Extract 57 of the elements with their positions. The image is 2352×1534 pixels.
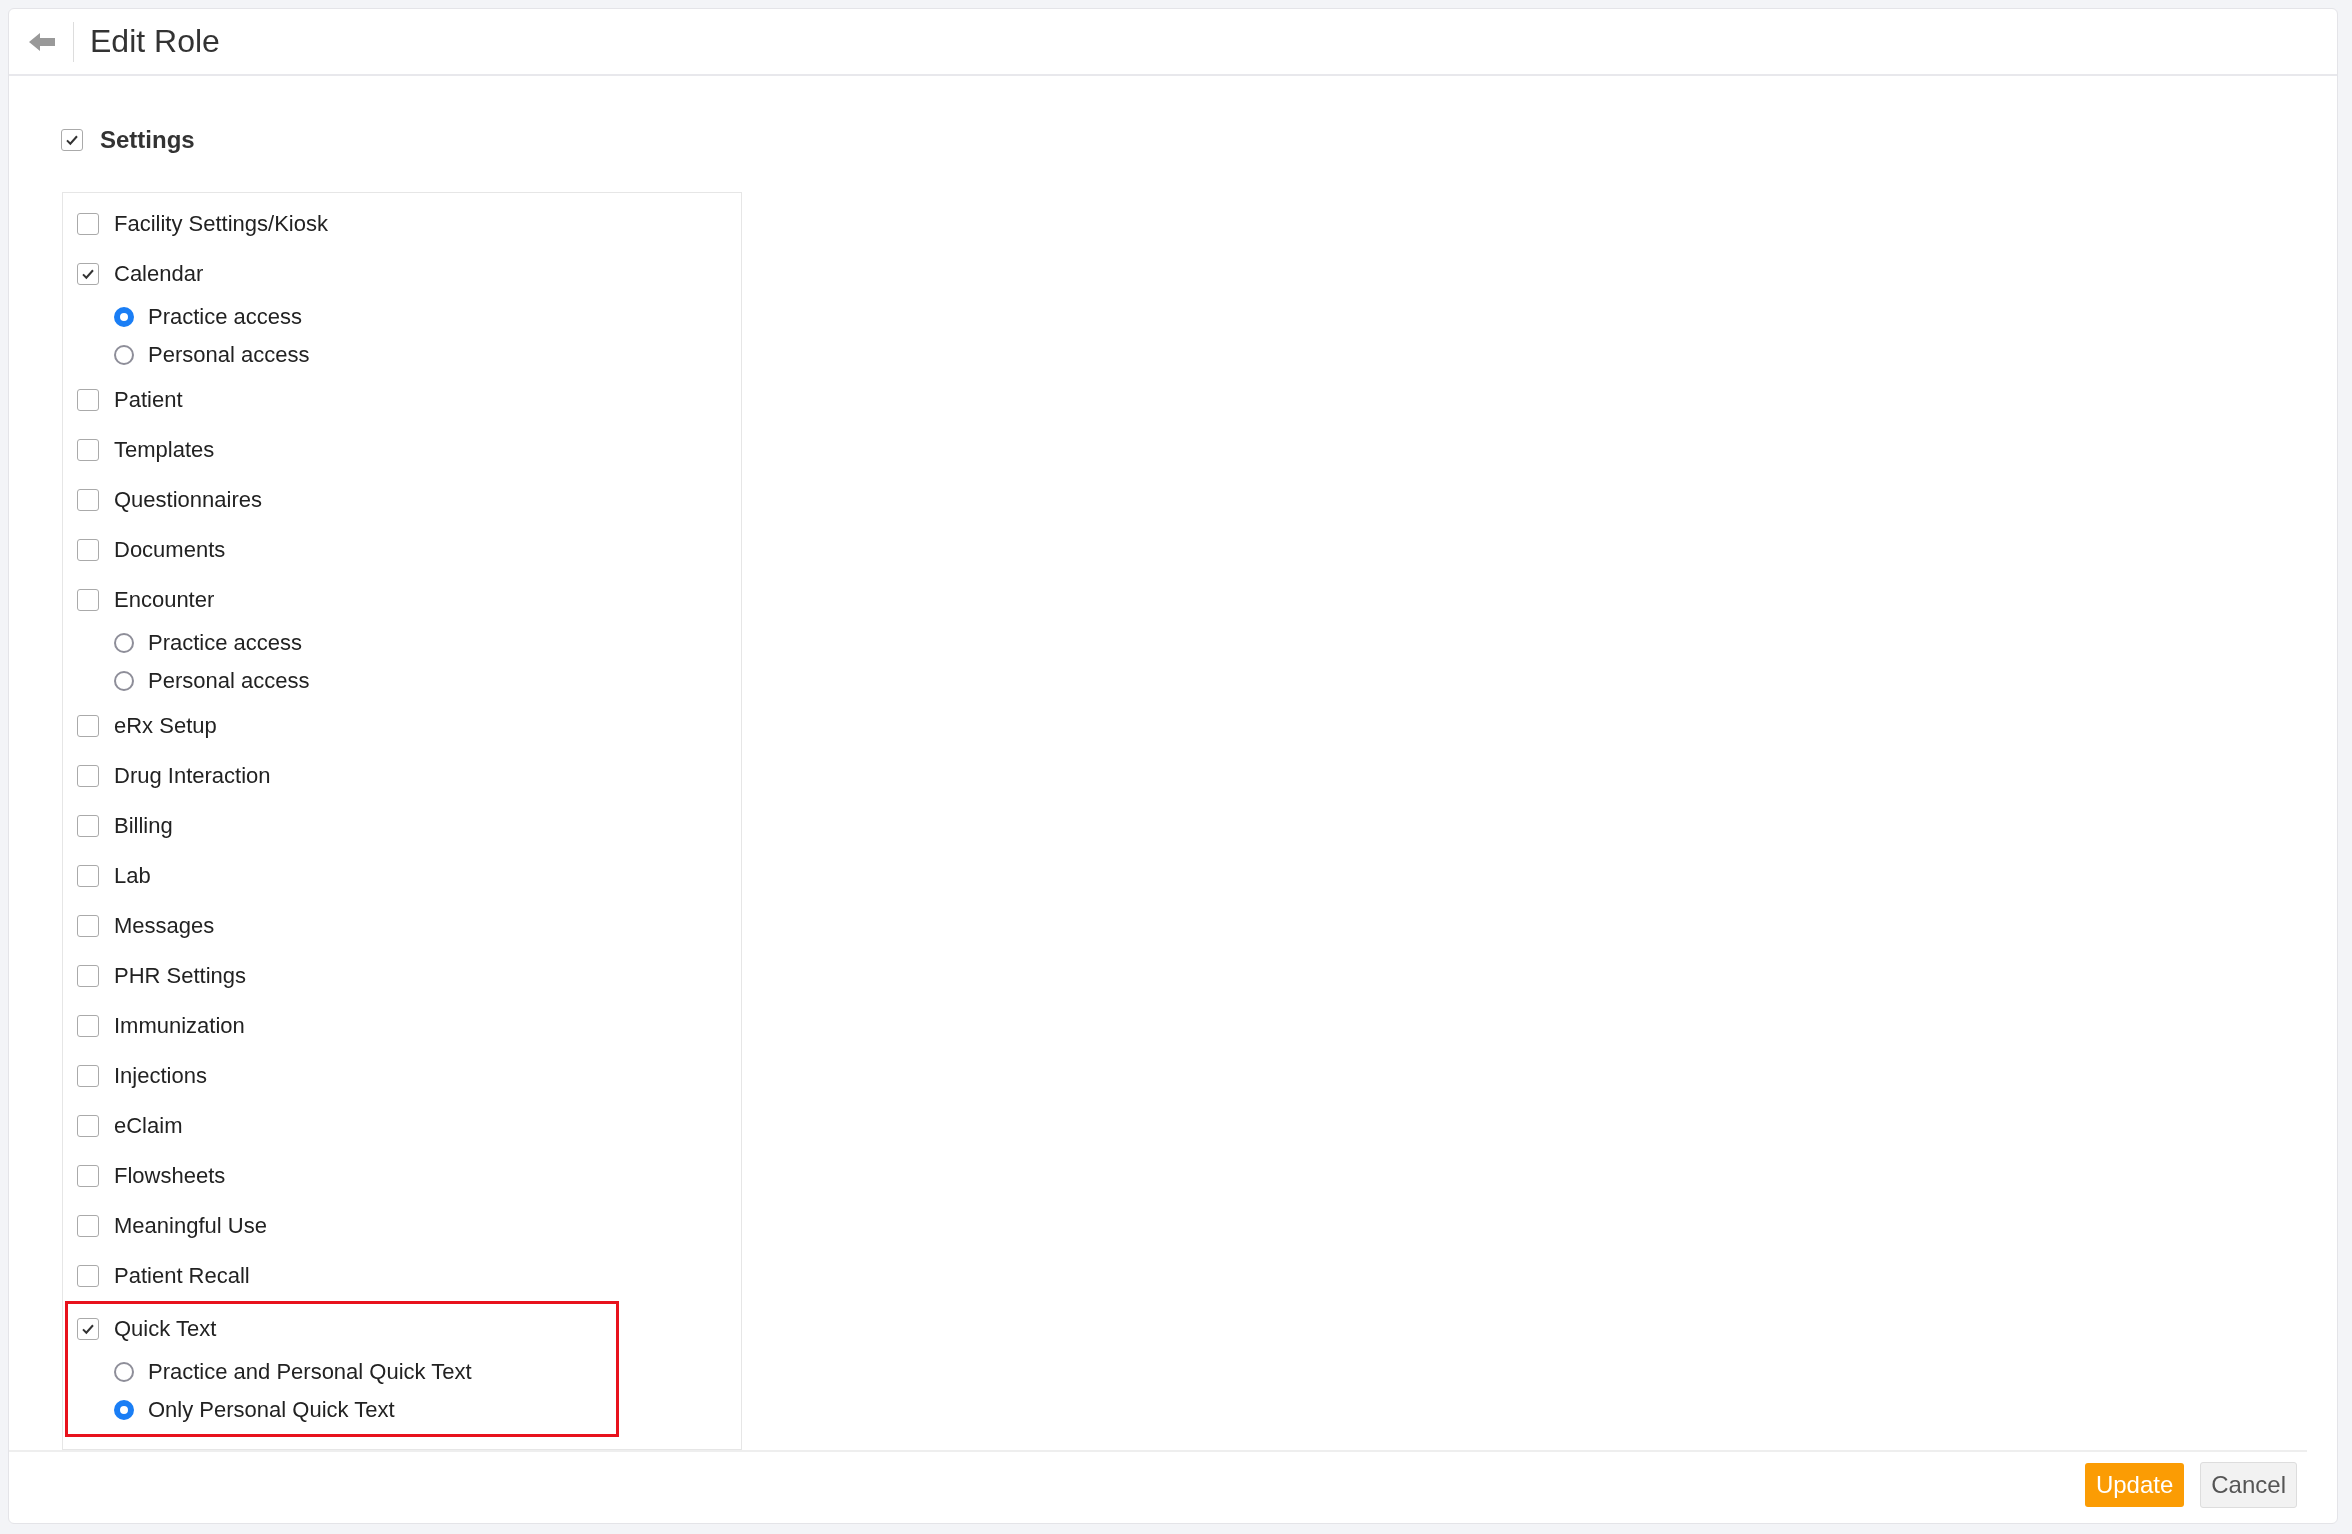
option-label: Only Personal Quick Text: [148, 1396, 395, 1423]
permission-label: Documents: [114, 537, 226, 563]
checkbox[interactable]: [77, 1165, 99, 1187]
permission-label: Meaningful Use: [114, 1213, 267, 1239]
checkbox[interactable]: [77, 213, 99, 235]
checkbox[interactable]: [77, 865, 99, 887]
checkbox[interactable]: [77, 439, 99, 461]
option-label: Practice access: [148, 303, 303, 330]
permission-label: Calendar: [114, 261, 204, 287]
checkbox[interactable]: [77, 765, 99, 787]
checkbox[interactable]: [77, 263, 99, 285]
option-label: Practice access: [148, 629, 303, 656]
radio-button[interactable]: [114, 344, 134, 365]
permission-label: Encounter: [114, 587, 215, 613]
checkbox[interactable]: [77, 965, 99, 987]
permission-label: Lab: [114, 863, 151, 889]
permission-label: Patient: [114, 387, 183, 413]
permission-label: Patient Recall: [114, 1263, 250, 1289]
checkbox[interactable]: [77, 715, 99, 737]
radio-button[interactable]: [114, 670, 134, 691]
permission-label: Drug Interaction: [114, 763, 271, 789]
checkbox[interactable]: [77, 489, 99, 511]
permission-label: Quick Text: [114, 1316, 217, 1342]
back-arrow-icon[interactable]: [29, 31, 55, 52]
checkbox[interactable]: [77, 1215, 99, 1237]
checkbox[interactable]: [77, 815, 99, 837]
radio-button[interactable]: [114, 1361, 134, 1382]
option-label: Personal access: [148, 667, 310, 694]
checkbox[interactable]: [77, 1065, 99, 1087]
checkbox[interactable]: [77, 915, 99, 937]
checkbox[interactable]: [77, 1318, 99, 1340]
checkbox[interactable]: [77, 1265, 99, 1287]
radio-button[interactable]: [114, 306, 134, 327]
permission-label: eClaim: [114, 1113, 183, 1139]
checkbox[interactable]: [77, 1115, 99, 1137]
permission-label: Billing: [114, 813, 173, 839]
checkbox[interactable]: [77, 539, 99, 561]
permission-label: Injections: [114, 1063, 207, 1089]
permission-label: Templates: [114, 437, 215, 463]
permission-label: Immunization: [114, 1013, 245, 1039]
permission-label: Questionnaires: [114, 487, 262, 513]
permission-label: Messages: [114, 913, 215, 939]
cancel-button[interactable]: Cancel: [2200, 1461, 2297, 1508]
permission-label: Facility Settings/Kiosk: [114, 211, 328, 237]
option-label: Practice and Personal Quick Text: [148, 1358, 472, 1385]
radio-button[interactable]: [114, 632, 134, 653]
checkbox[interactable]: [77, 589, 99, 611]
permission-label: eRx Setup: [114, 713, 217, 739]
permission-label: Flowsheets: [114, 1163, 226, 1189]
option-label: Personal access: [148, 341, 310, 368]
permission-label: PHR Settings: [114, 963, 247, 989]
checkbox[interactable]: [77, 389, 99, 411]
radio-button[interactable]: [114, 1399, 134, 1420]
checkbox[interactable]: [61, 129, 83, 151]
page-title: Edit Role: [90, 23, 220, 60]
checkbox[interactable]: [77, 1015, 99, 1037]
settings-label: Settings: [100, 126, 195, 154]
